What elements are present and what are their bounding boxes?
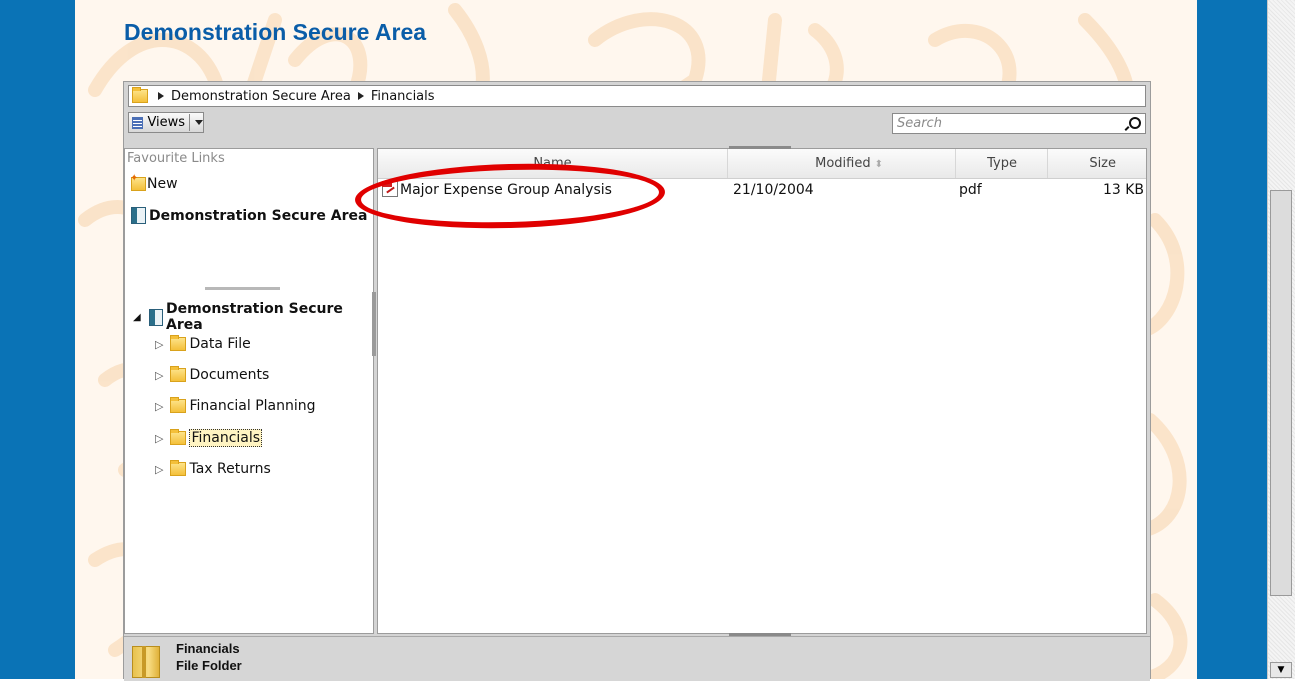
search-placeholder: Search: [897, 116, 942, 131]
new-folder-icon: [130, 173, 146, 191]
file-name-cell[interactable]: Major Expense Group Analysis: [382, 178, 722, 202]
tree-root-secure-area[interactable]: ◢ Demonstration Secure Area: [133, 301, 373, 333]
right-blue-border: [1197, 0, 1267, 679]
vertical-scrollbar[interactable]: ▼: [1267, 0, 1295, 679]
details-item-type: File Folder: [176, 658, 242, 673]
favourite-link-secure-area[interactable]: Demonstration Secure Area: [131, 207, 367, 224]
folder-icon: [170, 335, 187, 351]
views-separator: [189, 114, 190, 131]
navigation-pane: Favourite Links New Demonstration Secure…: [124, 148, 374, 634]
tree-item-tax-returns[interactable]: ▷ Tax Returns: [155, 460, 271, 477]
tree-item-financials[interactable]: ▷ Financials: [155, 429, 263, 447]
favourite-link-label: New: [147, 176, 178, 192]
column-header-label: Size: [1089, 156, 1116, 171]
tree-item-financial-planning[interactable]: ▷ Financial Planning: [155, 397, 316, 414]
file-list-header: Name Modified ⬍ Type Size: [378, 149, 1146, 179]
table-row[interactable]: Major Expense Group Analysis 21/10/2004 …: [378, 178, 1146, 202]
expand-arrow-icon[interactable]: ▷: [155, 369, 163, 382]
pdf-file-icon: [382, 181, 398, 197]
file-list-pane: Name Modified ⬍ Type Size Major Expense G…: [377, 148, 1147, 634]
tree-root-label: Demonstration Secure Area: [166, 301, 343, 333]
column-header-label: Name: [533, 156, 572, 171]
column-header-label: Type: [987, 156, 1017, 171]
column-header-modified[interactable]: Modified ⬍: [728, 149, 956, 178]
details-item-name: Financials: [176, 641, 240, 656]
tree-item-label: Financial Planning: [189, 398, 316, 414]
tree-item-label-selected: Financials: [189, 429, 263, 447]
column-header-label: Modified: [815, 156, 871, 171]
column-header-name[interactable]: Name: [378, 149, 728, 178]
folder-icon: [132, 87, 148, 103]
sort-icon: ⬍: [874, 159, 883, 170]
details-bar: Financials File Folder: [124, 636, 1150, 681]
folder-icon: [170, 397, 187, 413]
favourite-link-label: Demonstration Secure Area: [149, 207, 368, 224]
tree-item-documents[interactable]: ▷ Documents: [155, 366, 270, 383]
folder-icon: [170, 429, 187, 445]
favourite-link-new[interactable]: New: [130, 173, 178, 192]
scrollbar-thumb[interactable]: [1270, 190, 1292, 596]
tree-item-label: Documents: [189, 367, 270, 383]
column-header-size[interactable]: Size: [1048, 149, 1146, 178]
folder-icon: [170, 460, 187, 476]
left-blue-border: [0, 0, 75, 679]
breadcrumb-separator-icon[interactable]: [158, 92, 164, 100]
tree-item-data-file[interactable]: ▷ Data File: [155, 335, 251, 352]
page-title: Demonstration Secure Area: [124, 19, 427, 45]
breadcrumb-separator-icon[interactable]: [357, 92, 364, 100]
views-list-icon: [132, 116, 144, 129]
scroll-down-arrow-icon[interactable]: ▼: [1270, 662, 1292, 678]
file-explorer: Demonstration Secure Area Financials Vie…: [123, 81, 1151, 681]
vertical-splitter-handle[interactable]: [372, 292, 376, 356]
folder-icon: [170, 366, 187, 382]
breadcrumb-item-root[interactable]: Demonstration Secure Area: [171, 89, 351, 104]
column-header-type[interactable]: Type: [956, 149, 1048, 178]
folder-large-icon: [132, 646, 160, 678]
search-icon[interactable]: [1129, 117, 1141, 129]
expand-arrow-icon[interactable]: ▷: [155, 463, 163, 476]
pane-resize-grip-top[interactable]: [729, 146, 791, 149]
pane-splitter-handle[interactable]: [205, 287, 280, 290]
file-name: Major Expense Group Analysis: [400, 182, 612, 198]
search-input[interactable]: Search: [892, 113, 1146, 134]
views-label: Views: [147, 115, 186, 130]
library-icon: [148, 308, 164, 326]
expand-arrow-icon[interactable]: ▷: [155, 338, 163, 351]
file-type-cell: pdf: [959, 182, 982, 198]
breadcrumb[interactable]: Demonstration Secure Area Financials: [128, 85, 1146, 107]
library-icon: [131, 207, 146, 224]
chevron-down-icon[interactable]: [195, 120, 203, 125]
toolbar: Views Search: [128, 110, 1146, 136]
expand-open-icon[interactable]: ◢: [133, 312, 141, 323]
breadcrumb-item-current[interactable]: Financials: [371, 89, 435, 104]
file-size-cell: 13 KB: [1102, 182, 1144, 198]
views-button[interactable]: Views: [128, 112, 204, 133]
tree-item-label: Tax Returns: [189, 461, 271, 477]
expand-arrow-icon[interactable]: ▷: [155, 400, 163, 413]
tree-item-label: Data File: [189, 336, 251, 352]
expand-arrow-icon[interactable]: ▷: [155, 432, 163, 445]
file-modified-cell: 21/10/2004: [733, 182, 814, 198]
favourites-header: Favourite Links: [127, 151, 225, 166]
